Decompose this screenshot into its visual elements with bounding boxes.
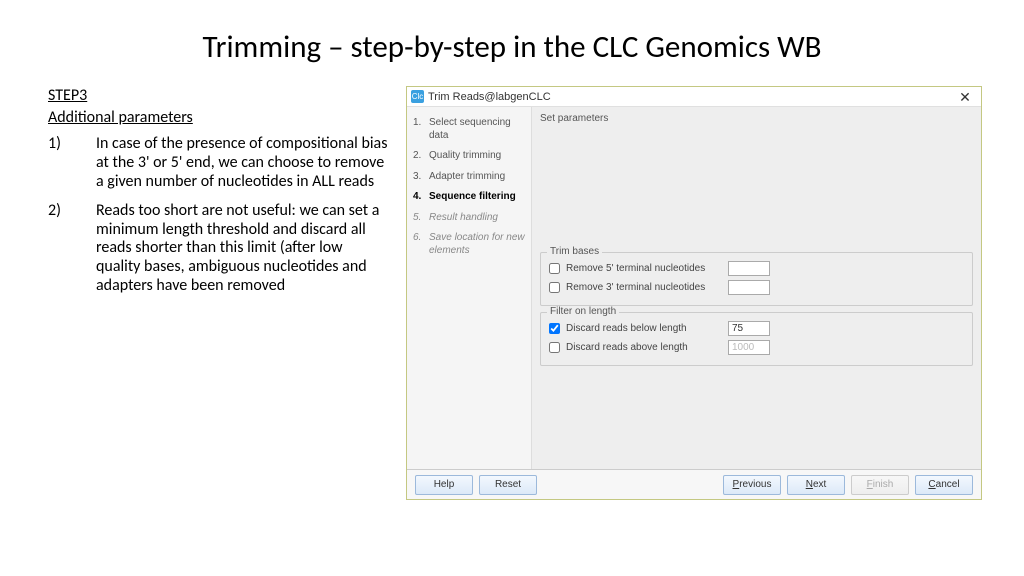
discard-above-label: Discard reads above length — [566, 342, 724, 353]
dialog-buttons: Help Reset Previous Next Finish Cancel — [407, 469, 981, 499]
wizard-step-4[interactable]: 4.Sequence filtering — [413, 187, 525, 208]
help-button[interactable]: Help — [415, 475, 473, 495]
wizard-steps: 1.Select sequencing data 2.Quality trimm… — [407, 107, 532, 469]
close-icon[interactable]: ✕ — [953, 90, 977, 104]
wizard-step-5[interactable]: 5.Result handling — [413, 208, 525, 229]
discard-below-label: Discard reads below length — [566, 323, 724, 334]
wizard-step-6[interactable]: 6.Save location for new elements — [413, 228, 525, 261]
parameters-panel: Set parameters Trim bases Remove 5' term… — [532, 107, 981, 469]
trim-bases-fieldset: Trim bases Remove 5' terminal nucleotide… — [540, 252, 973, 306]
content-row: STEP3 Additional parameters 1) In case o… — [0, 86, 1024, 500]
panel-spacer — [532, 130, 981, 246]
filter-length-legend: Filter on length — [547, 306, 619, 317]
wizard-step-3[interactable]: 3.Adapter trimming — [413, 167, 525, 188]
remove-3-checkbox[interactable] — [549, 282, 560, 293]
discard-below-input[interactable] — [728, 321, 770, 336]
remove-5-label: Remove 5' terminal nucleotides — [566, 263, 724, 274]
dialog-title: Trim Reads@labgenCLC — [428, 91, 953, 103]
dialog-body: 1.Select sequencing data 2.Quality trimm… — [407, 107, 981, 469]
slide-title: Trimming – step-by-step in the CLC Genom… — [0, 0, 1024, 86]
trim-bases-legend: Trim bases — [547, 246, 602, 257]
dialog-titlebar[interactable]: Clc Trim Reads@labgenCLC ✕ — [407, 87, 981, 107]
discard-above-row: Discard reads above length — [549, 338, 964, 357]
list-text: Reads too short are not useful: we can s… — [96, 202, 388, 296]
remove-3-input[interactable] — [728, 280, 770, 295]
remove-3-label: Remove 3' terminal nucleotides — [566, 282, 724, 293]
finish-button: Finish — [851, 475, 909, 495]
wizard-step-1[interactable]: 1.Select sequencing data — [413, 113, 525, 146]
reset-button[interactable]: Reset — [479, 475, 537, 495]
discard-above-input[interactable] — [728, 340, 770, 355]
remove-5-checkbox[interactable] — [549, 263, 560, 274]
list-text: In case of the presence of compositional… — [96, 135, 388, 192]
next-button[interactable]: Next — [787, 475, 845, 495]
list-number: 2) — [48, 202, 96, 296]
trim-reads-dialog: Clc Trim Reads@labgenCLC ✕ 1.Select sequ… — [406, 86, 982, 500]
app-icon: Clc — [411, 90, 424, 103]
filter-length-fieldset: Filter on length Discard reads below len… — [540, 312, 973, 366]
previous-button[interactable]: Previous — [723, 475, 781, 495]
cancel-button[interactable]: Cancel — [915, 475, 973, 495]
discard-above-checkbox[interactable] — [549, 342, 560, 353]
remove-5-input[interactable] — [728, 261, 770, 276]
panel-header: Set parameters — [532, 107, 981, 130]
list-number: 1) — [48, 135, 96, 192]
wizard-step-2[interactable]: 2.Quality trimming — [413, 146, 525, 167]
list-item: 2) Reads too short are not useful: we ca… — [48, 202, 388, 296]
remove-3-row: Remove 3' terminal nucleotides — [549, 278, 964, 297]
remove-5-row: Remove 5' terminal nucleotides — [549, 259, 964, 278]
discard-below-checkbox[interactable] — [549, 323, 560, 334]
instructions-column: STEP3 Additional parameters 1) In case o… — [48, 86, 388, 500]
discard-below-row: Discard reads below length — [549, 319, 964, 338]
step-subtitle: Additional parameters — [48, 108, 388, 127]
step-label: STEP3 — [48, 86, 388, 105]
instruction-list: 1) In case of the presence of compositio… — [48, 135, 388, 296]
list-item: 1) In case of the presence of compositio… — [48, 135, 388, 192]
